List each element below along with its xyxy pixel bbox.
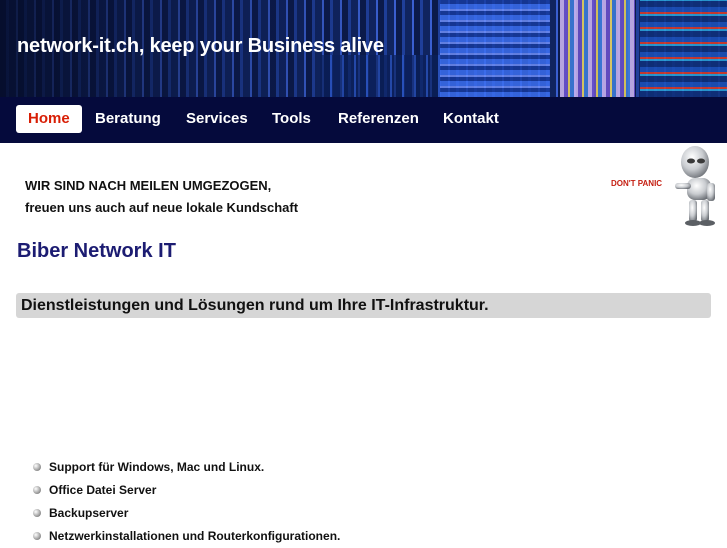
site-title[interactable]: network-it.ch, keep your Business alive bbox=[17, 35, 384, 58]
notice-line: freuen uns auch auf neue lokale Kundscha… bbox=[25, 200, 299, 215]
relocation-notice: WIR SIND NACH MEILEN UMGEZOGEN, freuen u… bbox=[25, 175, 298, 219]
page-title: Biber Network IT bbox=[17, 240, 176, 262]
list-item: Office Datei Server bbox=[33, 479, 340, 502]
nav-item-home[interactable]: Home bbox=[16, 105, 82, 133]
bullet-icon bbox=[33, 532, 41, 540]
header-banner: network-it.ch, keep your Business alive bbox=[0, 0, 727, 97]
bullet-icon bbox=[33, 486, 41, 494]
bullet-icon bbox=[33, 463, 41, 471]
robot-image: DON'T PANIC bbox=[607, 145, 727, 227]
list-item: Backupserver bbox=[33, 502, 340, 525]
banner-graphic bbox=[640, 0, 727, 97]
list-item: Support für Windows, Mac und Linux. bbox=[33, 456, 340, 479]
bullet-icon bbox=[33, 509, 41, 517]
main-navigation: Home Beratung Services Tools Referenzen … bbox=[0, 97, 727, 143]
dont-panic-sign: DON'T PANIC bbox=[611, 179, 663, 188]
nav-item-kontakt[interactable]: Kontakt bbox=[431, 105, 511, 133]
notice-line: WIR SIND NACH MEILEN UMGEZOGEN, bbox=[25, 178, 272, 193]
service-label: Office Datei Server bbox=[49, 483, 157, 497]
nav-item-services[interactable]: Services bbox=[174, 105, 260, 133]
nav-item-tools[interactable]: Tools bbox=[260, 105, 323, 133]
tagline-bar: Dienstleistungen und Lösungen rund um Ih… bbox=[16, 293, 711, 318]
banner-graphic bbox=[320, 55, 440, 97]
service-label: Netzwerkinstallationen und Routerkonfigu… bbox=[49, 529, 341, 543]
nav-item-beratung[interactable]: Beratung bbox=[83, 105, 173, 133]
nav-item-referenzen[interactable]: Referenzen bbox=[326, 105, 431, 133]
service-label: Backupserver bbox=[49, 506, 129, 520]
banner-graphic bbox=[560, 0, 635, 97]
banner-graphic bbox=[440, 0, 550, 97]
service-label: Support für Windows, Mac und Linux. bbox=[49, 460, 265, 474]
services-list: Support für Windows, Mac und Linux. Offi… bbox=[33, 456, 340, 548]
